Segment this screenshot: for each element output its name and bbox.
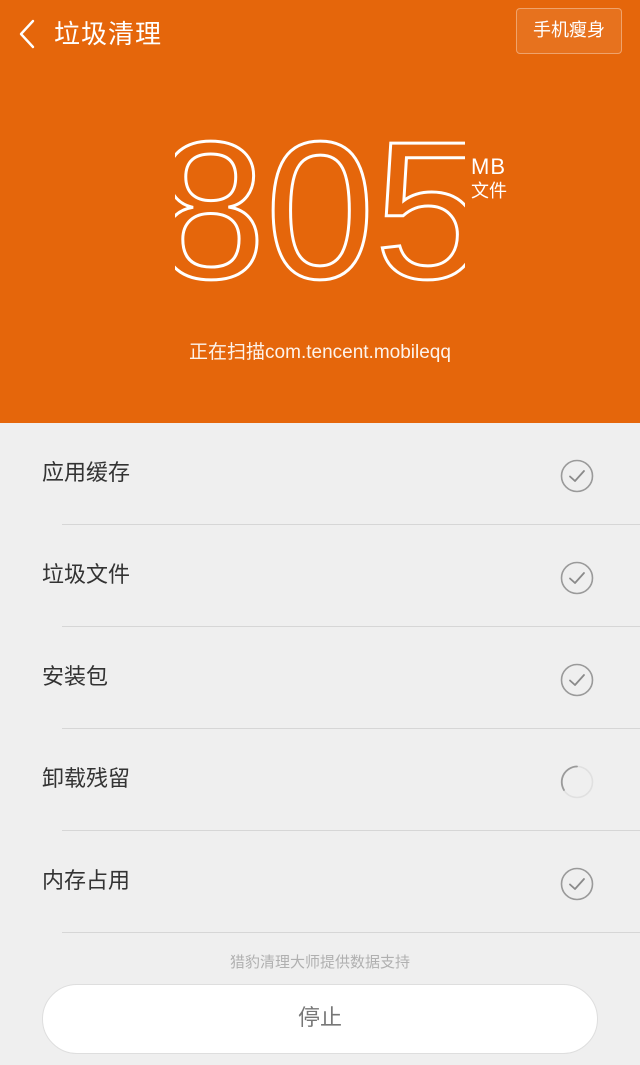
stop-button[interactable]: 停止 xyxy=(42,984,598,1054)
top-bar: 垃圾清理 手机瘦身 xyxy=(0,0,640,70)
category-label: 应用缓存 xyxy=(42,461,131,486)
divider xyxy=(62,932,640,933)
junk-size-display: 805 MB 文件 xyxy=(0,128,640,292)
category-label: 内存占用 xyxy=(42,869,131,894)
category-item-app-cache[interactable]: 应用缓存 xyxy=(0,423,640,525)
category-item-memory-usage[interactable]: 内存占用 xyxy=(0,831,640,933)
category-label: 垃圾文件 xyxy=(42,563,131,588)
phone-slim-button[interactable]: 手机瘦身 xyxy=(516,8,622,54)
category-item-install-packages[interactable]: 安装包 xyxy=(0,627,640,729)
data-credit-text: 猎豹清理大师提供数据支持 xyxy=(229,953,410,971)
svg-text:805: 805 xyxy=(175,128,465,288)
category-item-uninstall-residue[interactable]: 卸载残留 xyxy=(0,729,640,831)
junk-size-value: 805 xyxy=(175,128,465,288)
category-item-junk-files[interactable]: 垃圾文件 xyxy=(0,525,640,627)
scan-status-text: 正在扫描com.tencent.mobileqq xyxy=(189,342,451,363)
category-label: 卸载残留 xyxy=(42,767,131,792)
junk-size-unit-sub: 文件 xyxy=(471,181,507,202)
chevron-left-icon xyxy=(19,19,35,49)
check-circle-icon xyxy=(560,867,594,901)
loading-spinner-icon xyxy=(560,765,594,799)
category-label: 安装包 xyxy=(42,665,109,690)
junk-size-unit: MB xyxy=(471,154,506,179)
back-button[interactable] xyxy=(10,14,44,54)
check-circle-icon xyxy=(560,561,594,595)
check-circle-icon xyxy=(560,459,594,493)
category-list: 应用缓存 垃圾文件 安装包 卸载残留 内存占用 xyxy=(0,423,640,933)
header-panel: 垃圾清理 手机瘦身 805 MB 文件 正在扫描com.tencent.mobi… xyxy=(0,0,640,423)
check-circle-icon xyxy=(560,663,594,697)
page-title: 垃圾清理 xyxy=(54,20,163,50)
